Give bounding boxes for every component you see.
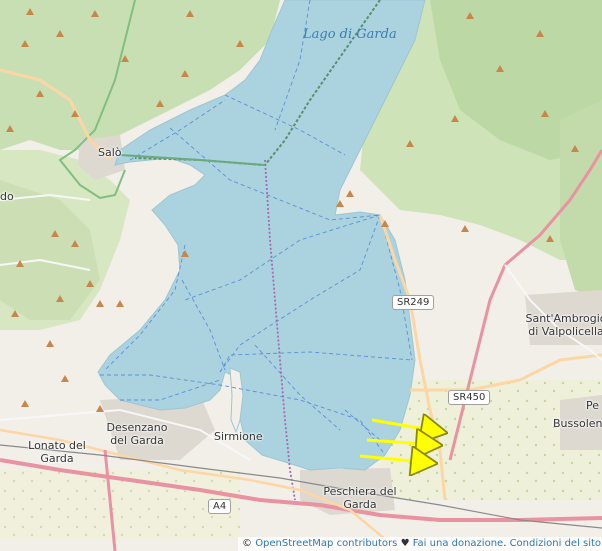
place-sirmione: Sirmione [214, 430, 263, 443]
attribution-separator: . [503, 538, 507, 549]
place-salo: Salò [98, 146, 122, 159]
leaflet-flag-icon: © [242, 538, 252, 549]
place-partial-east: Pe [586, 399, 600, 412]
place-santambrogio: Sant'Ambrogio di Valpolicella [525, 312, 602, 338]
donate-link[interactable]: Fai una donazione [413, 538, 503, 549]
place-bussolengo: Bussolen [553, 417, 602, 430]
osm-contributors-link[interactable]: OpenStreetMap contributors [255, 538, 397, 549]
place-edge-left: do [0, 190, 14, 203]
place-peschiera: Peschiera del Garda [323, 485, 397, 511]
road-shield-a4: A4 [208, 499, 232, 514]
map-view[interactable]: Lago di Garda Salò do Desenzano del Gard… [0, 0, 602, 551]
map-canvas[interactable] [0, 0, 602, 551]
place-lonato: Lonato del Garda [28, 439, 86, 465]
lake-label: Lago di Garda [303, 27, 397, 42]
heart-icon: ♥ [400, 538, 410, 549]
attribution-bar: © OpenStreetMap contributors ♥ Fai una d… [238, 537, 602, 551]
road-shield-sr249: SR249 [392, 295, 435, 310]
terms-link[interactable]: Condizioni del sito we [510, 538, 602, 549]
road-shield-sr450: SR450 [448, 390, 491, 405]
place-desenzano: Desenzano del Garda [106, 421, 168, 447]
